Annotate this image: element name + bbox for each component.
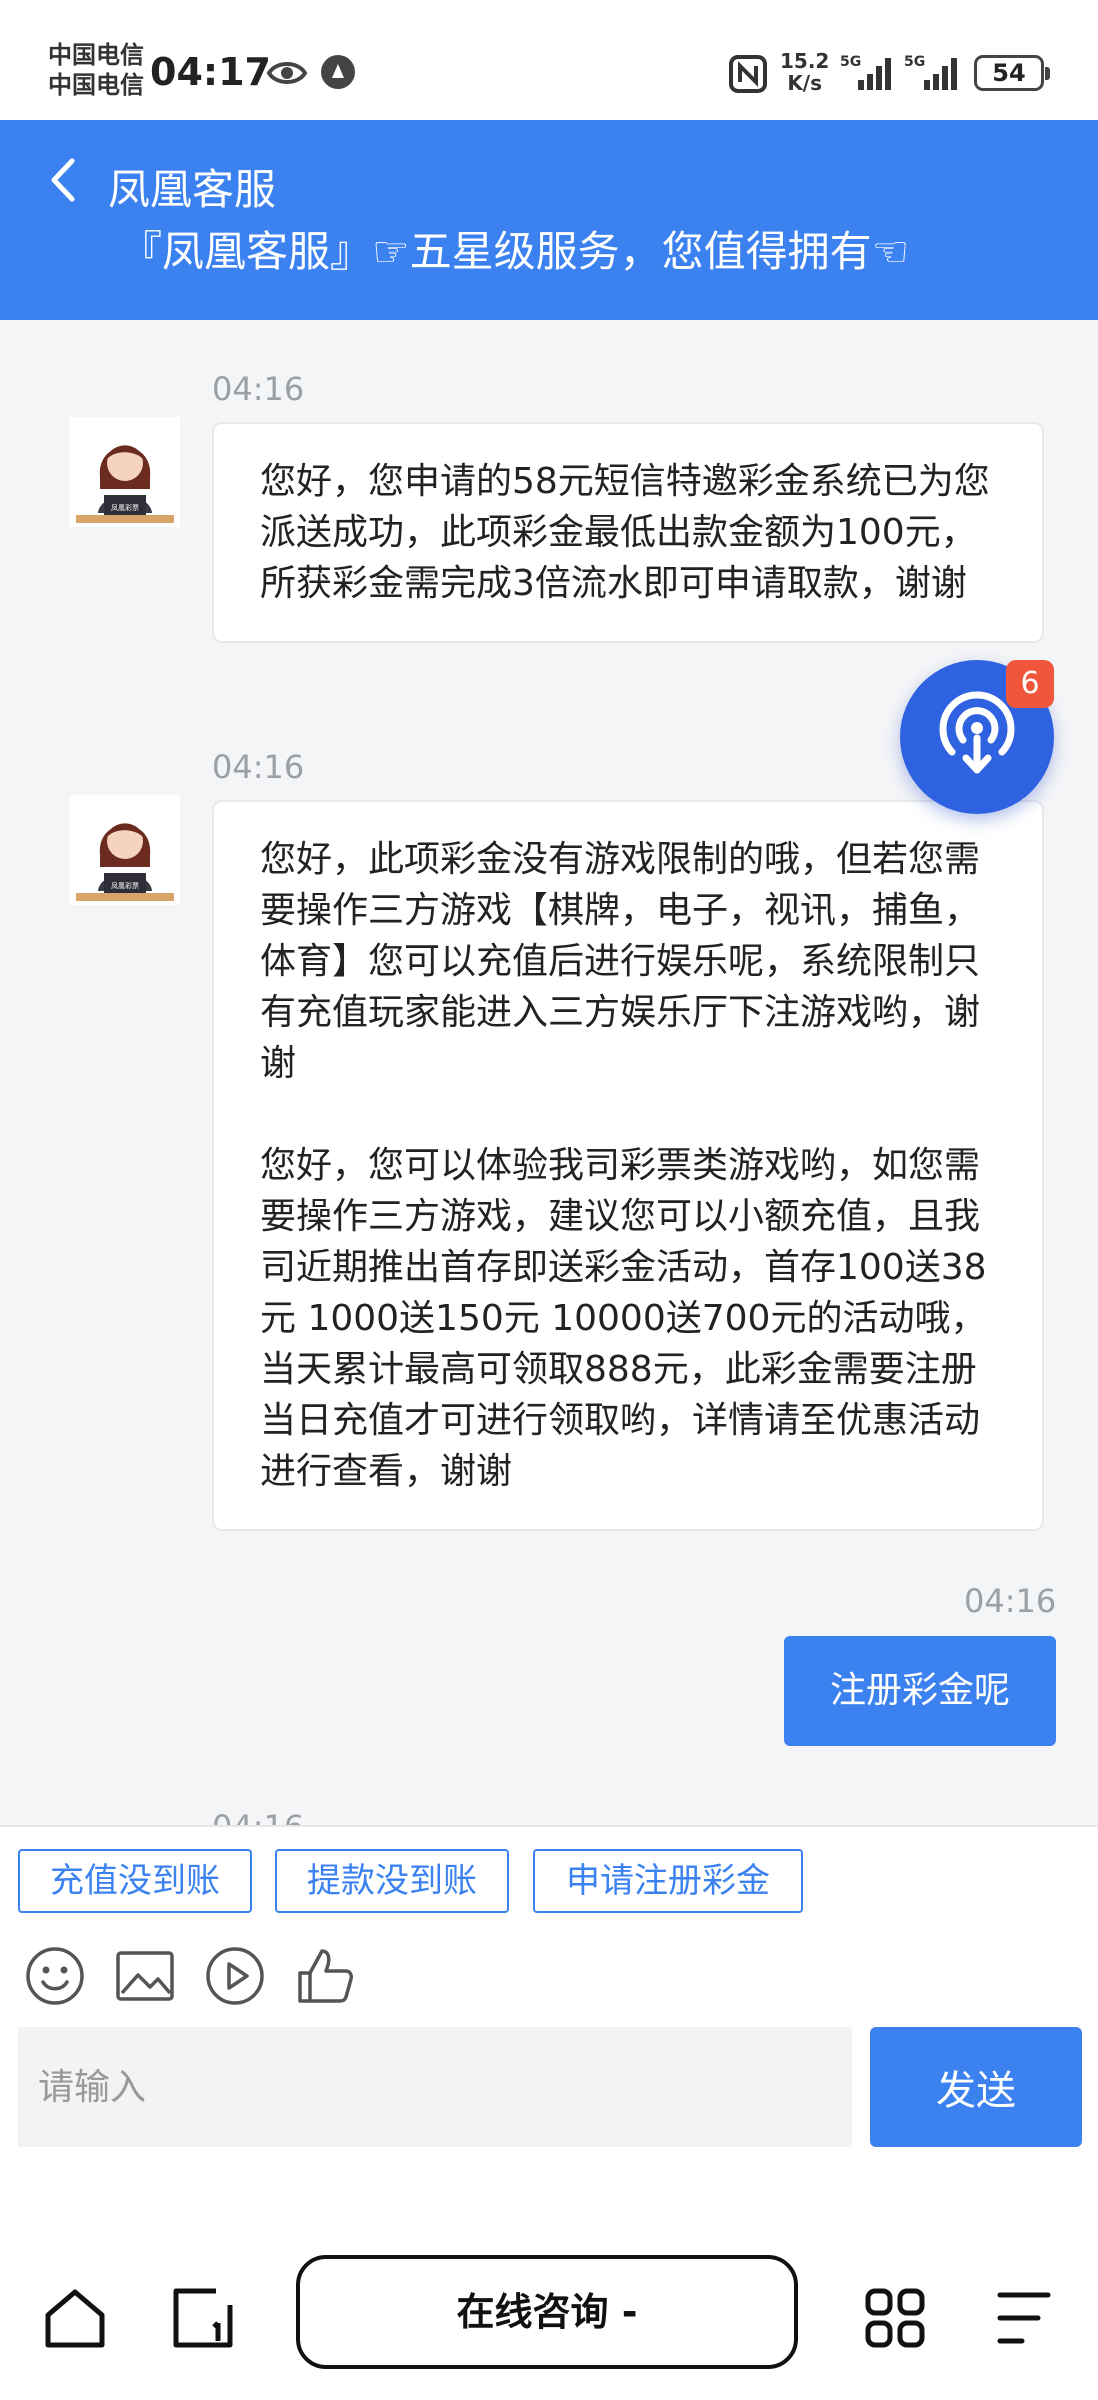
message-timestamp: 04:16 <box>212 1808 304 1825</box>
page-title: 凤凰客服 <box>108 165 277 214</box>
carrier-1: 中国电信 <box>48 41 144 69</box>
chat-header: 凤凰客服 『凤凰客服』☞五星级服务，您值得拥有☜ <box>0 120 1098 320</box>
nfc-icon <box>729 55 767 93</box>
input-panel: 充值没到账 提款没到账 申请注册彩金 发送 <box>0 1825 1098 2165</box>
thumbs-up-icon[interactable] <box>294 1945 356 2007</box>
status-time: 04:17 <box>150 50 271 94</box>
unread-count-badge: 6 <box>1006 660 1054 708</box>
signal-5g-1: 5G <box>838 52 894 96</box>
network-label-1: 5G <box>840 54 861 70</box>
user-message-bubble: 注册彩金呢 <box>783 1636 1056 1746</box>
page-subtitle: 『凤凰客服』☞五星级服务，您值得拥有☜ <box>120 227 910 276</box>
carrier-2: 中国电信 <box>48 71 144 99</box>
online-consult-button[interactable]: 在线咨询 - <box>296 2255 798 2369</box>
carrier-info: 中国电信 中国电信 <box>48 40 144 100</box>
notification-dot-icon <box>321 55 355 89</box>
battery-indicator: 54 <box>974 55 1050 91</box>
send-button[interactable]: 发送 <box>870 2027 1082 2147</box>
network-label-2: 5G <box>904 54 925 70</box>
avatar-badge: 凤凰彩票 <box>111 503 139 512</box>
home-icon[interactable] <box>42 2285 108 2351</box>
eye-icon <box>266 62 308 84</box>
menu-icon[interactable] <box>990 2285 1056 2351</box>
video-icon[interactable] <box>204 1945 266 2007</box>
avatar-badge: 凤凰彩票 <box>111 881 139 890</box>
status-bar: 中国电信 中国电信 04:17 15.2 K/s 5G 5G 54 <box>0 0 1098 120</box>
quick-reply-deposit-missing[interactable]: 充值没到账 <box>18 1849 252 1913</box>
signal-icon: 5G <box>840 54 891 90</box>
emoji-icon[interactable] <box>24 1945 86 2007</box>
speed-value: 15.2 <box>780 49 830 73</box>
agent-message-bubble: 您好，您申请的58元短信特邀彩金系统已为您派送成功，此项彩金最低出款金额为100… <box>212 422 1044 643</box>
speed-unit: K/s <box>787 71 823 95</box>
quick-reply-withdraw-missing[interactable]: 提款没到账 <box>275 1849 509 1913</box>
browser-nav-bar: 在线咨询 - <box>0 2165 1098 2400</box>
message-input[interactable] <box>18 2027 852 2147</box>
network-speed: 15.2 K/s <box>780 50 829 94</box>
agent-avatar: 凤凰彩票 <box>70 417 180 527</box>
tabs-icon[interactable] <box>170 2285 236 2351</box>
message-timestamp: 04:16 <box>212 370 305 408</box>
back-arrow-icon[interactable] <box>44 155 84 205</box>
chat-message-list[interactable]: 04:16 凤凰彩票 您好，您申请的58元短信特邀彩金系统已为您派送成功，此项彩… <box>0 320 1098 1825</box>
quick-reply-signup-bonus[interactable]: 申请注册彩金 <box>533 1849 803 1913</box>
image-icon[interactable] <box>114 1945 176 2007</box>
message-timestamp: 04:16 <box>964 1582 1057 1620</box>
message-timestamp: 04:16 <box>212 748 305 786</box>
signal-icon: 5G <box>904 54 957 90</box>
apps-grid-icon[interactable] <box>862 2285 928 2351</box>
agent-message-bubble: 您好，此项彩金没有游戏限制的哦，但若您需要操作三方游戏【棋牌，电子，视讯，捕鱼，… <box>212 800 1044 1531</box>
signal-5g-2: 5G <box>902 52 962 96</box>
agent-avatar: 凤凰彩票 <box>70 795 180 905</box>
